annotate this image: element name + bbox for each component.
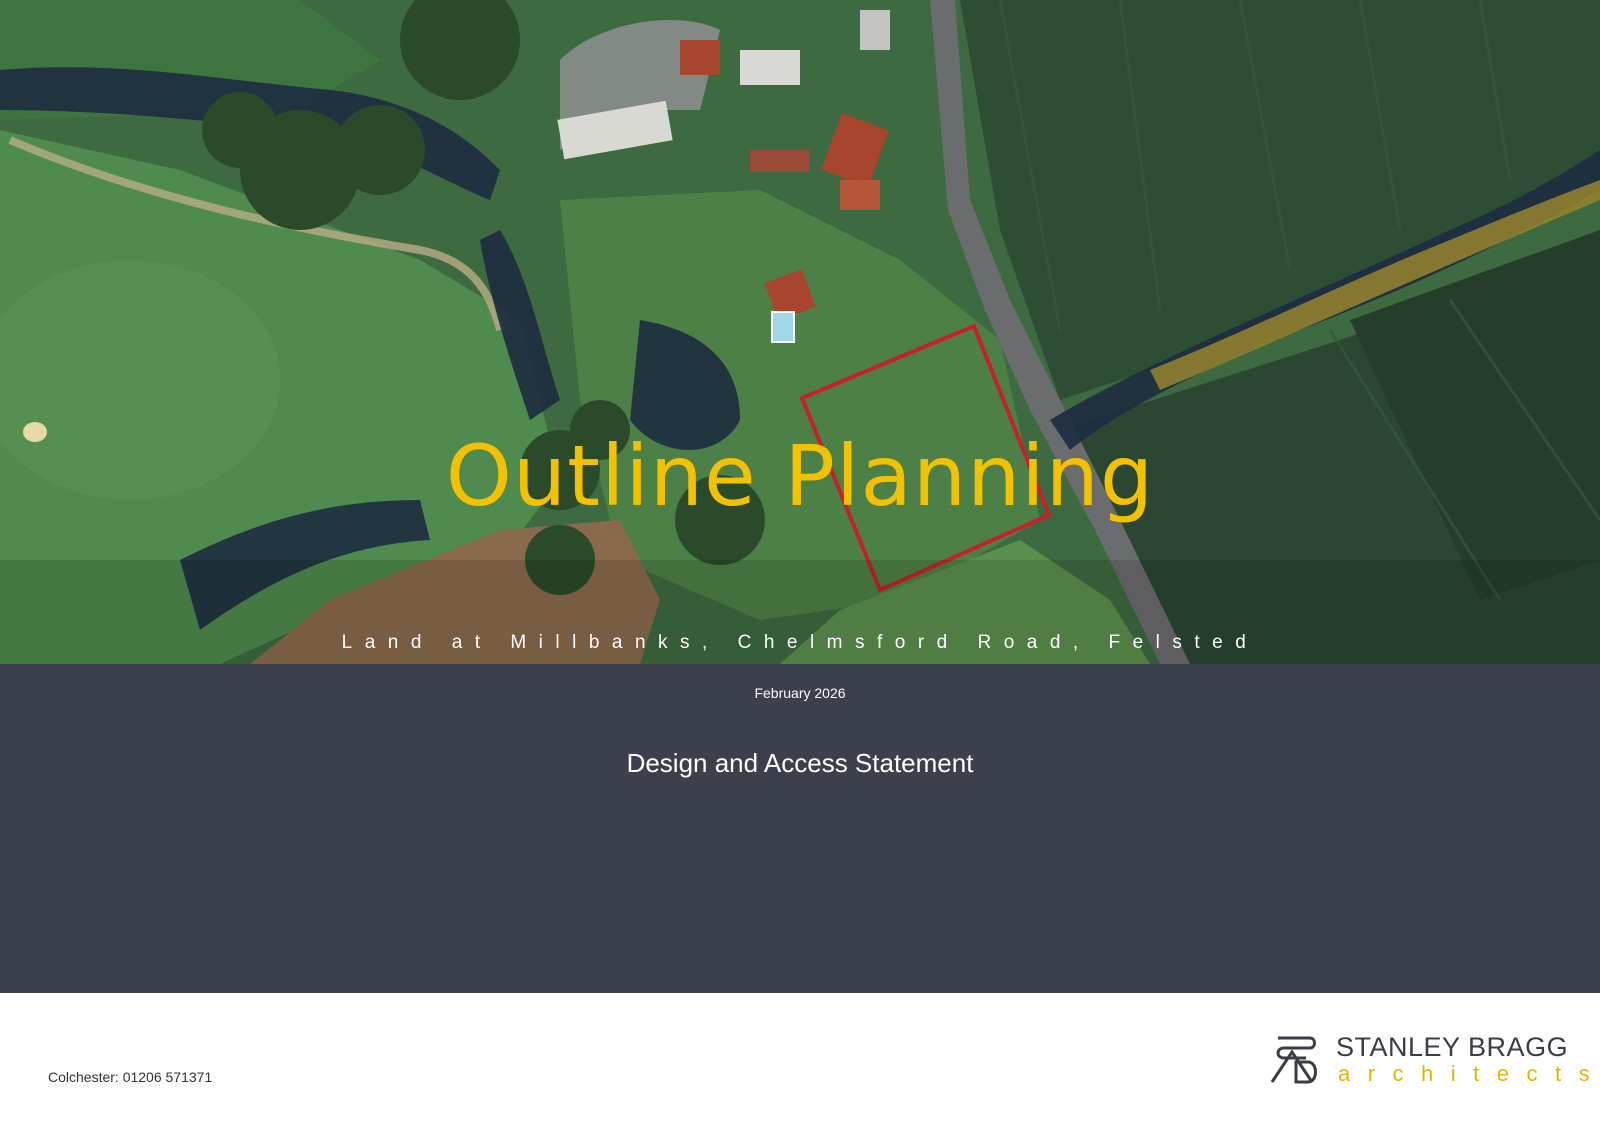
document-title: Outline Planning — [445, 427, 1155, 525]
logo-monogram-icon — [1270, 1036, 1317, 1084]
logo-tagline: architects — [1338, 1061, 1600, 1086]
aerial-photo-hero: Outline Planning Land at Millbanks, Chel… — [0, 0, 1600, 664]
document-type: Design and Access Statement — [626, 748, 974, 778]
company-logo: STANLEY BRAGG architects — [1266, 1032, 1590, 1088]
footer-contact: Colchester: 01206 571371 — [48, 1069, 213, 1085]
logo-company-name: STANLEY BRAGG — [1336, 1032, 1569, 1062]
site-address: Land at Millbanks, Chelmsford Road, Fels… — [341, 632, 1259, 653]
info-panel: February 2026 Design and Access Statemen… — [0, 664, 1600, 993]
aerial-photo — [0, 0, 1600, 664]
document-date: February 2026 — [754, 685, 846, 701]
